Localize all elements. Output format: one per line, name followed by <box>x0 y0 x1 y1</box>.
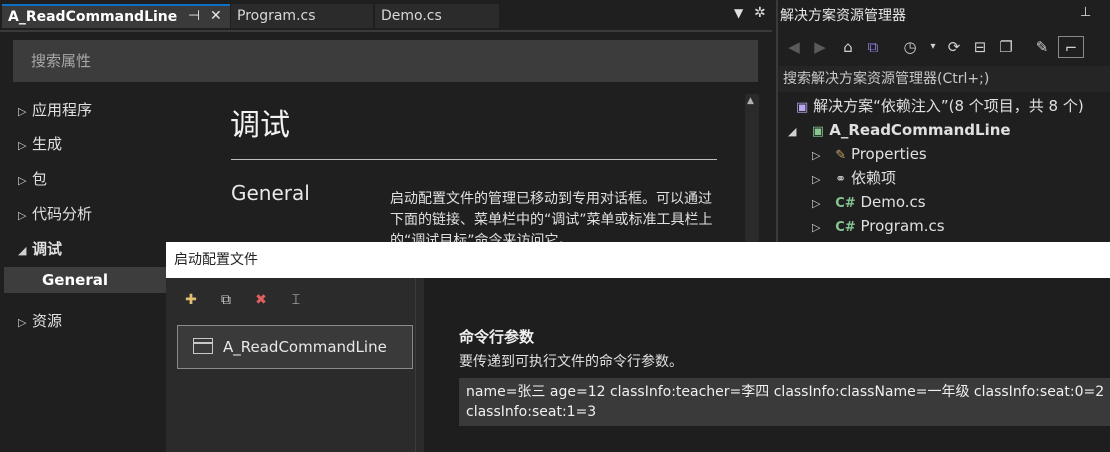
nav-label: 包 <box>32 170 48 188</box>
chevron-right-icon: ▷ <box>812 149 821 162</box>
chevron-down-icon: ◢ <box>788 125 797 138</box>
tab-label: A_ReadCommandLine <box>8 9 178 25</box>
tree-label: Program.cs <box>860 217 945 235</box>
tree-item-demo-cs[interactable]: ▷ C# Demo.cs <box>812 190 926 214</box>
nav-item-package[interactable]: ▷ 包 <box>18 167 47 191</box>
tree-item-project[interactable]: ◢ ▣ A_ReadCommandLine <box>788 118 1011 142</box>
chevron-right-icon: ▷ <box>812 197 821 210</box>
nav-item-code-analysis[interactable]: ▷ 代码分析 <box>18 202 92 226</box>
chevron-right-icon: ▷ <box>18 105 27 118</box>
launch-profile-description: 启动配置文件的管理已移动到专用对话框。可以通过下面的链接、菜单栏中的“调试”菜单… <box>390 191 713 243</box>
pin-icon[interactable]: ⊥ <box>1080 5 1091 20</box>
search-properties-input[interactable]: 搜索属性 <box>13 40 758 82</box>
args-line-2: classInfo:seat:1=3 <box>466 404 597 420</box>
search-placeholder: 搜索解决方案资源管理器(Ctrl+;) <box>783 71 990 87</box>
args-line-1: name=张三 age=12 classInfo:teacher=李四 clas… <box>466 384 1105 400</box>
chevron-right-icon: ▷ <box>812 173 821 186</box>
chevron-right-icon: ▷ <box>18 209 27 222</box>
tree-item-solution[interactable]: ▣ 解决方案“依赖注入”(8 个项目，共 8 个) <box>796 94 1084 118</box>
tree-label: 解决方案“依赖注入”(8 个项目，共 8 个) <box>813 97 1084 115</box>
chevron-right-icon: ▷ <box>18 174 27 187</box>
forward-icon[interactable]: ▶ <box>810 36 830 58</box>
nav-label: 生成 <box>32 135 63 153</box>
search-placeholder: 搜索属性 <box>31 52 92 70</box>
nav-label: 应用程序 <box>32 101 93 119</box>
tree-label: Demo.cs <box>860 193 926 211</box>
properties-wrench-icon[interactable]: ✎ <box>1032 36 1052 58</box>
command-line-args-description: 要传递到可执行文件的命令行参数。 <box>459 354 683 370</box>
command-line-args-label: 命令行参数 <box>459 328 535 346</box>
dependencies-icon: ⚭ <box>835 172 847 187</box>
pin-icon[interactable]: ⊣ <box>188 4 200 28</box>
chevron-right-icon: ▷ <box>18 139 27 152</box>
properties-icon: ✎ <box>835 148 847 163</box>
chevron-down-icon[interactable]: ▾ <box>923 36 943 58</box>
vertical-scrollbar[interactable] <box>745 94 759 244</box>
tree-item-dependencies[interactable]: ▷ ⚭ 依赖项 <box>812 166 896 190</box>
tree-item-program-cs[interactable]: ▷ C# Program.cs <box>812 214 945 238</box>
pending-changes-filter-icon[interactable]: ◷ <box>900 36 920 58</box>
tab-label: Demo.cs <box>381 8 442 24</box>
nav-item-resources[interactable]: ▷ 资源 <box>18 309 62 333</box>
csharp-file-icon: C# <box>835 196 856 211</box>
profile-label: A_ReadCommandLine <box>223 338 387 356</box>
chevron-right-icon: ▷ <box>812 221 821 234</box>
new-profile-icon[interactable]: ✚ <box>180 290 202 310</box>
preview-selected-items-icon[interactable]: ⌐ <box>1058 36 1084 58</box>
collapse-all-icon[interactable]: ⊟ <box>970 36 990 58</box>
nav-item-debug[interactable]: ◢ 调试 <box>18 237 62 261</box>
tab-label: Program.cs <box>237 8 316 24</box>
back-icon[interactable]: ◀ <box>784 36 804 58</box>
delete-profile-icon[interactable]: ✖ <box>250 290 272 310</box>
show-all-files-icon[interactable]: ❐ <box>996 36 1016 58</box>
nav-label: 代码分析 <box>32 205 93 223</box>
solution-explorer-search-input[interactable]: 搜索解决方案资源管理器(Ctrl+;) <box>778 66 1110 92</box>
solution-explorer-title: 解决方案资源管理器 <box>780 8 906 24</box>
divider <box>231 159 717 160</box>
close-icon[interactable]: ✕ <box>210 4 222 28</box>
nav-item-build[interactable]: ▷ 生成 <box>18 132 62 156</box>
tab-program-cs[interactable]: Program.cs <box>231 4 373 28</box>
scroll-up-icon[interactable]: ▲ <box>747 96 754 106</box>
chevron-down-icon: ◢ <box>18 244 27 257</box>
nav-label: 调试 <box>32 240 63 258</box>
tree-label: 依赖项 <box>850 169 896 187</box>
tab-overflow-chevron-down-icon[interactable]: ▼ <box>734 6 743 20</box>
duplicate-profile-icon[interactable]: ⧉ <box>215 290 237 310</box>
solution-icon: ▣ <box>796 100 809 115</box>
sync-icon[interactable]: ⟳ <box>944 36 964 58</box>
page-title: 调试 <box>230 108 290 143</box>
nav-label: General <box>42 271 108 289</box>
home-icon[interactable]: ⌂ <box>838 36 858 58</box>
csharp-file-icon: C# <box>835 220 856 235</box>
nav-item-application[interactable]: ▷ 应用程序 <box>18 98 92 122</box>
section-title: General <box>231 181 310 205</box>
nav-label: 资源 <box>32 312 63 330</box>
switch-views-icon[interactable]: ⧉ <box>863 36 883 58</box>
tree-item-properties[interactable]: ▷ ✎ Properties <box>812 142 927 166</box>
rename-profile-icon[interactable]: ⌶ <box>285 290 307 310</box>
tab-demo-cs[interactable]: Demo.cs <box>375 4 499 28</box>
window-icon <box>193 338 213 354</box>
chevron-right-icon: ▷ <box>18 316 27 329</box>
tree-label: Properties <box>850 145 927 163</box>
nav-item-debug-general[interactable]: General <box>4 267 166 293</box>
command-line-args-field[interactable]: name=张三 age=12 classInfo:teacher=李四 clas… <box>459 378 1110 426</box>
tree-label: A_ReadCommandLine <box>829 121 1011 139</box>
dialog-title: 启动配置文件 <box>166 242 1110 278</box>
csharp-project-icon: ▣ <box>811 124 824 139</box>
gear-icon[interactable]: ✲ <box>754 5 766 21</box>
